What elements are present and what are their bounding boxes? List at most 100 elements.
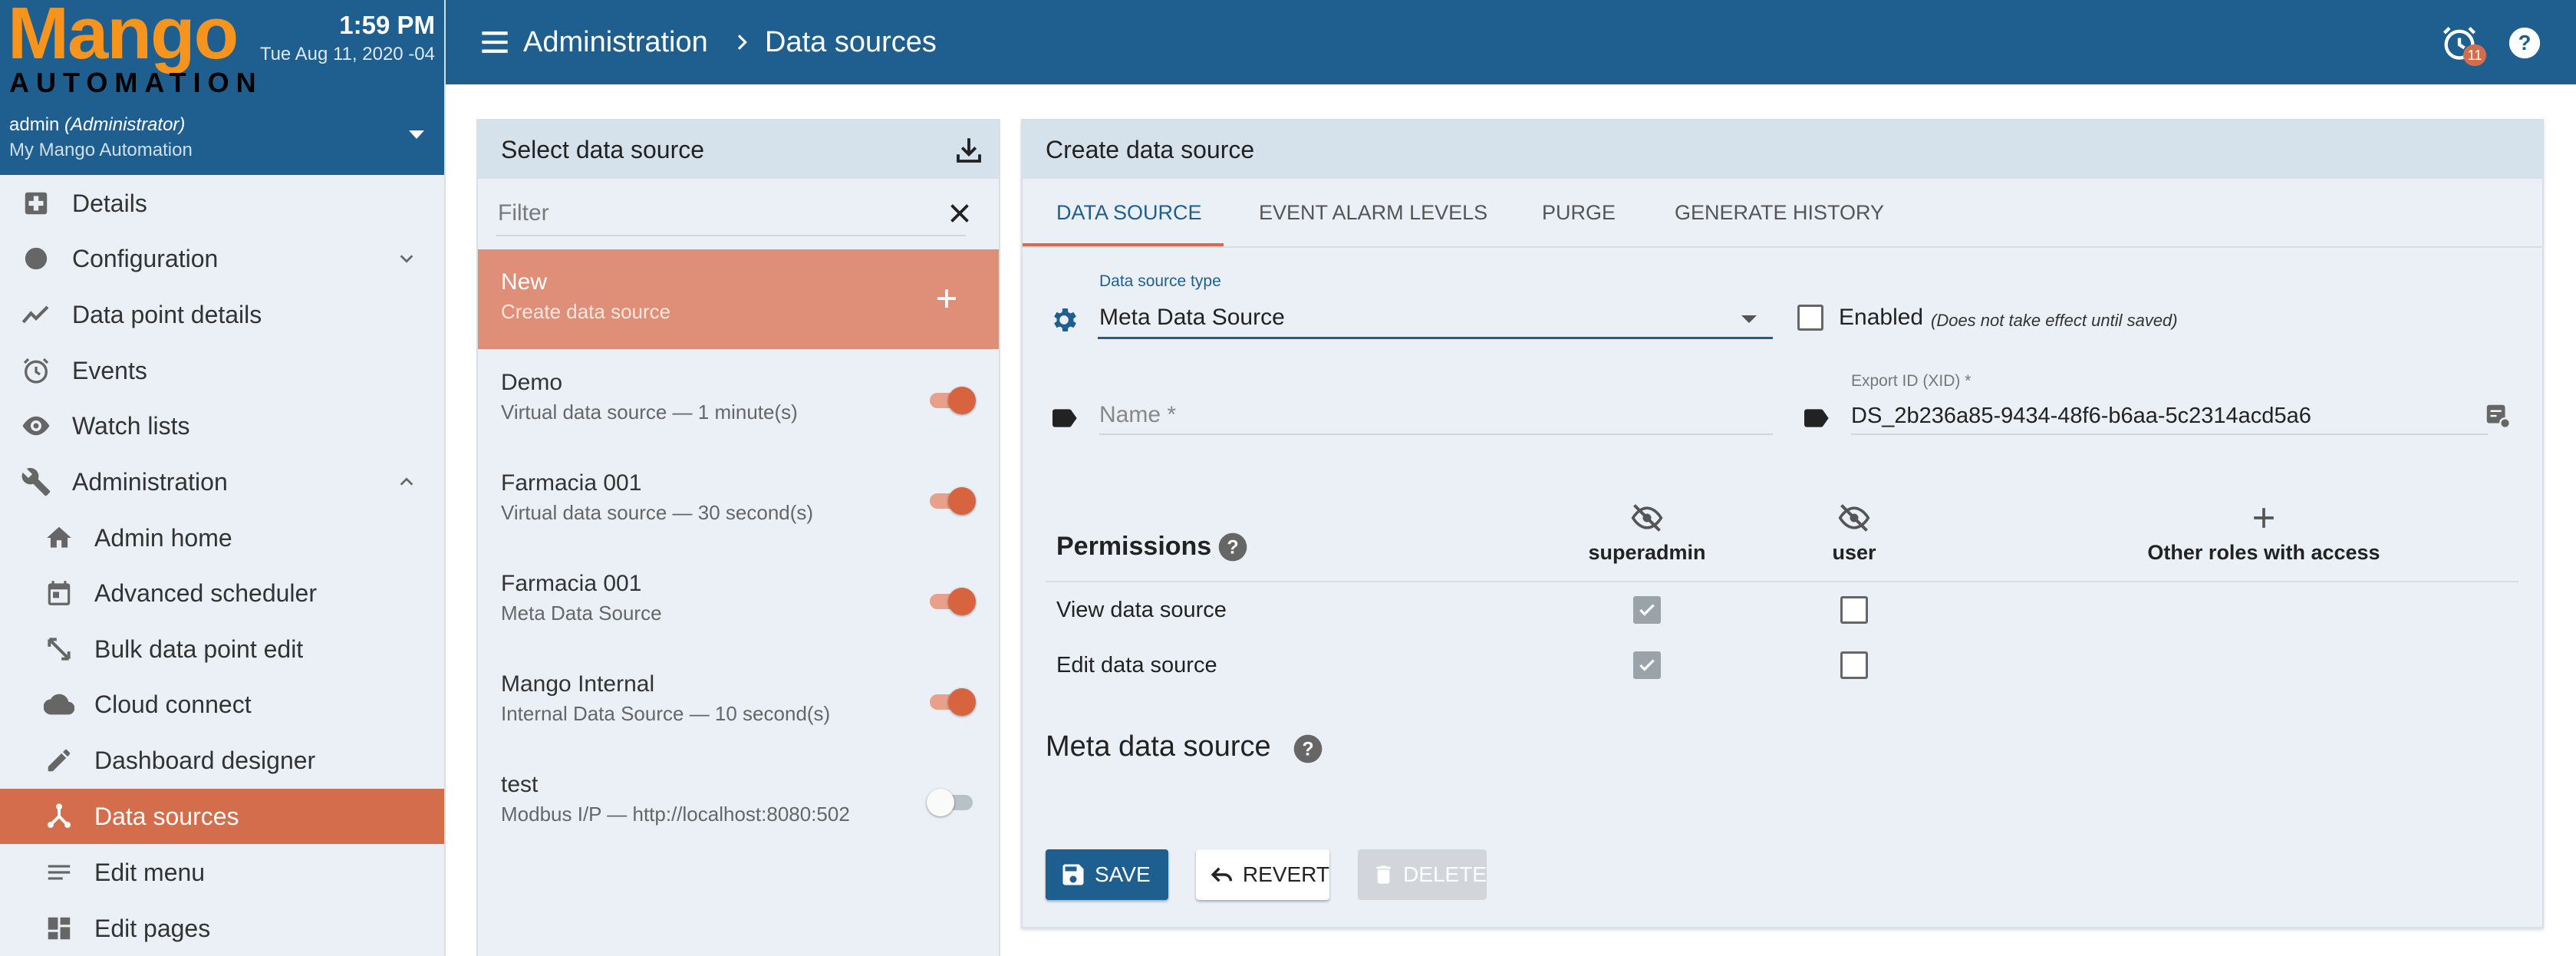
name-field[interactable] (1099, 397, 1773, 435)
trending-line-icon (18, 297, 54, 332)
list-item-desc: Virtual data source — 1 minute(s) (501, 401, 798, 424)
xid-field[interactable] (1851, 398, 2488, 435)
select-underline (1098, 337, 1773, 339)
chevron-down-icon[interactable] (398, 250, 415, 267)
tab-generate-history[interactable]: GENERATE HISTORY (1675, 179, 1884, 246)
nav-label: Watch lists (72, 411, 190, 440)
view-user-checkbox[interactable] (1840, 596, 1868, 624)
circle-icon (18, 241, 54, 276)
xid-label: Export ID (XID) * (1851, 372, 1972, 390)
enabled-toggle[interactable] (927, 486, 976, 516)
gear-icon (1054, 308, 1076, 331)
generate-xid-icon[interactable] (2483, 401, 2512, 430)
hamburger-menu-icon[interactable] (479, 29, 510, 55)
list-item-desc: Create data source (501, 300, 671, 323)
share-nodes-icon (41, 799, 77, 834)
create-panel-title: Create data source (1046, 136, 1255, 163)
enabled-toggle[interactable] (927, 385, 976, 416)
alarm-clock-icon (18, 353, 54, 388)
list-item-new-data-source[interactable]: New Create data source (478, 249, 999, 349)
eye-off-icon[interactable] (1837, 501, 1871, 535)
tab-event-alarm-levels[interactable]: EVENT ALARM LEVELS (1259, 179, 1487, 246)
filter-row (496, 193, 969, 236)
nav-item-edit-pages[interactable]: Edit pages (0, 901, 444, 956)
nav-item-edit-menu[interactable]: Edit menu (0, 845, 444, 900)
view-superadmin-checkbox[interactable] (1633, 596, 1661, 624)
logo-automation: AUTOMATION (9, 67, 263, 98)
list-item[interactable]: Farmacia 001 Meta Data Source (478, 551, 999, 651)
data-source-type-label: Data source type (1099, 272, 1221, 290)
user-name: admin (9, 114, 60, 135)
edit-superadmin-checkbox[interactable] (1633, 651, 1661, 679)
download-icon[interactable] (953, 134, 985, 166)
nav-label: Administration (72, 467, 228, 496)
nav-item-events[interactable]: Events (0, 343, 444, 398)
nav-item-cloud-connect[interactable]: Cloud connect (0, 677, 444, 732)
help-icon[interactable]: ? (1293, 733, 1323, 764)
nav-label: Cloud connect (94, 690, 252, 718)
enabled-toggle[interactable] (927, 687, 976, 717)
breadcrumb-data-sources: Data sources (765, 26, 937, 58)
chevron-right-icon (737, 35, 747, 50)
calendar-icon (41, 575, 77, 611)
dashboard-icon (41, 911, 77, 946)
create-data-source-panel: Create data source DATA SOURCE EVENT ALA… (1021, 119, 2544, 928)
nav-label: Data point details (72, 300, 262, 328)
list-item-desc: Modbus I/P — http://localhost:8080:502 (501, 803, 850, 826)
alarm-count-badge: 11 (2463, 45, 2486, 66)
nav-item-advanced-scheduler[interactable]: Advanced scheduler (0, 565, 444, 621)
data-source-type-select[interactable]: Meta Data Source (1099, 305, 1285, 331)
nav-item-watch-lists[interactable]: Watch lists (0, 398, 444, 453)
enabled-note: (Does not take effect until saved) (1931, 311, 2178, 330)
dropdown-caret-icon[interactable] (1741, 315, 1757, 323)
save-icon (1062, 864, 1084, 885)
nav-item-bulk-data-point-edit[interactable]: Bulk data point edit (0, 621, 444, 677)
tab-purge[interactable]: PURGE (1542, 179, 1616, 246)
help-icon[interactable]: ? (2508, 26, 2541, 60)
nav-item-data-point-details[interactable]: Data point details (0, 287, 444, 342)
expand-arrows-icon (41, 631, 77, 667)
nav-label: Dashboard designer (94, 746, 316, 774)
eye-off-icon[interactable] (1630, 501, 1664, 535)
delete-button[interactable]: DELETE (1358, 849, 1487, 900)
user-menu[interactable]: admin (Administrator) (9, 114, 185, 136)
nav-item-details[interactable]: Details (0, 176, 444, 231)
nav-item-data-sources[interactable]: Data sources (0, 789, 444, 844)
nav-item-administration[interactable]: Administration (0, 454, 444, 509)
label-tag-icon (1052, 409, 1077, 427)
nav-label: Advanced scheduler (94, 579, 317, 607)
breadcrumb-administration[interactable]: Administration (523, 26, 708, 59)
list-item-desc: Virtual data source — 30 second(s) (501, 501, 814, 524)
plus-icon (937, 289, 956, 308)
enabled-toggle[interactable] (927, 586, 976, 617)
help-icon[interactable]: ? (1217, 532, 1248, 562)
add-role-icon[interactable] (2247, 501, 2281, 535)
svg-text:?: ? (2518, 31, 2532, 54)
revert-label: REVERT (1242, 862, 1329, 886)
role-column-other: Other roles with access (2110, 501, 2417, 565)
user-menu-caret-icon[interactable] (409, 130, 424, 139)
nav-item-configuration[interactable]: Configuration (0, 231, 444, 286)
nav-item-dashboard-designer[interactable]: Dashboard designer (0, 733, 444, 788)
list-item[interactable]: Farmacia 001 Virtual data source — 30 se… (478, 450, 999, 550)
tab-data-source[interactable]: DATA SOURCE (1056, 179, 1202, 246)
list-item-name: Farmacia 001 (501, 571, 642, 596)
save-button[interactable]: SAVE (1046, 849, 1168, 900)
list-item[interactable]: test Modbus I/P — http://localhost:8080:… (478, 752, 999, 852)
list-item[interactable]: Demo Virtual data source — 1 minute(s) (478, 350, 999, 450)
enabled-toggle[interactable] (927, 787, 976, 818)
label-tag-icon (1804, 409, 1829, 427)
wrench-icon (18, 464, 54, 499)
revert-button[interactable]: REVERT (1196, 849, 1329, 900)
nav-item-admin-home[interactable]: Admin home (0, 510, 444, 565)
edit-user-checkbox[interactable] (1840, 651, 1868, 679)
role-name: user (1832, 541, 1876, 564)
chevron-up-icon[interactable] (398, 473, 415, 490)
list-item[interactable]: Mango Internal Internal Data Source — 10… (478, 651, 999, 751)
close-icon[interactable] (946, 199, 973, 227)
list-item-name: Demo (501, 370, 563, 395)
filter-input[interactable] (496, 193, 911, 233)
enabled-checkbox[interactable] (1797, 305, 1823, 331)
nav-label: Events (72, 356, 147, 384)
other-roles-label: Other roles with access (2147, 541, 2380, 564)
